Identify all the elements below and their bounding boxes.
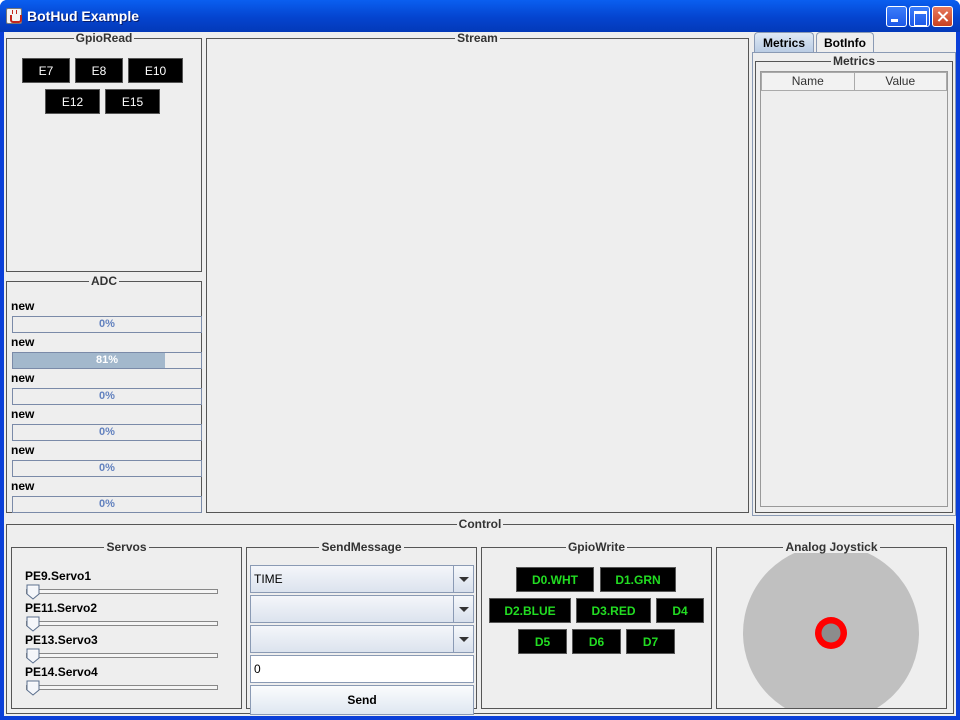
column-header-value[interactable]: Value <box>854 73 946 90</box>
chevron-down-icon[interactable] <box>453 566 473 592</box>
gpio-read-button-e12[interactable]: E12 <box>45 89 100 114</box>
adc-progress-bar: 81% <box>12 352 202 369</box>
gpio-write-button-d3[interactable]: D3.RED <box>576 598 651 623</box>
adc-channel-label: new <box>11 443 35 457</box>
window-title: BotHud Example <box>27 8 140 24</box>
message-type-combo[interactable]: TIME <box>250 565 474 593</box>
java-icon <box>6 8 22 24</box>
servo-slider-thumb[interactable] <box>26 584 40 600</box>
title-bar[interactable]: BotHud Example <box>0 0 960 32</box>
servo-label: PE9.Servo1 <box>25 569 92 583</box>
column-header-name[interactable]: Name <box>762 73 855 90</box>
adc-progress-bar: 0% <box>12 460 202 477</box>
message-arg2-combo[interactable] <box>250 625 474 653</box>
servos-panel: Servos PE9.Servo1 PE11.Servo2 PE13.Servo3 P… <box>11 541 242 709</box>
servos-title: Servos <box>106 540 147 554</box>
servo-label: PE14.Servo4 <box>25 665 98 679</box>
joystick-title: Analog Joystick <box>785 541 878 554</box>
send-button[interactable]: Send <box>250 685 474 715</box>
servo-slider-thumb[interactable] <box>26 616 40 632</box>
maximize-button[interactable] <box>909 6 930 27</box>
adc-panel: ADC new 0% new 81% new 0% new 0% new 0% new 0% <box>6 275 202 513</box>
joystick-knob-center[interactable] <box>821 623 841 643</box>
send-message-title: SendMessage <box>321 540 402 554</box>
control-panel: Control Servos PE9.Servo1 PE11.Servo2 PE13… <box>6 517 954 715</box>
gpio-write-button-d5[interactable]: D5 <box>518 629 567 654</box>
joystick-panel: Analog Joystick <box>716 541 947 709</box>
window-content: GpioRead E7 E8 E10 E12 E15 ADC new 0% new 8… <box>4 32 956 716</box>
adc-channel-label: new <box>11 299 35 313</box>
adc-progress-text: 0% <box>99 318 115 330</box>
minimize-button[interactable] <box>886 6 907 27</box>
app-window: BotHud Example GpioRead E7 E8 E10 E12 E1… <box>0 0 960 720</box>
close-button[interactable] <box>932 6 953 27</box>
gpio-write-button-d1[interactable]: D1.GRN <box>600 567 676 592</box>
adc-progress-text: 0% <box>99 390 115 402</box>
gpio-write-button-d0[interactable]: D0.WHT <box>516 567 594 592</box>
gpio-read-panel: GpioRead E7 E8 E10 E12 E15 <box>6 32 202 272</box>
adc-channel-label: new <box>11 407 35 421</box>
servo-slider-track[interactable] <box>26 653 218 658</box>
message-value-input[interactable]: 0 <box>250 655 474 683</box>
gpio-write-button-d4[interactable]: D4 <box>656 598 704 623</box>
joystick-canvas[interactable] <box>717 553 946 709</box>
chevron-down-icon[interactable] <box>453 626 473 652</box>
adc-progress-text: 81% <box>95 354 119 366</box>
adc-channel-label: new <box>11 371 35 385</box>
servo-slider-thumb[interactable] <box>26 648 40 664</box>
adc-title: ADC <box>91 274 117 288</box>
tab-botinfo[interactable]: BotInfo <box>816 32 874 53</box>
metrics-title: Metrics <box>832 54 876 68</box>
gpio-read-button-e8[interactable]: E8 <box>75 58 123 83</box>
adc-progress-text: 0% <box>99 498 115 510</box>
adc-channel-label: new <box>11 479 35 493</box>
metrics-table-header: Name Value <box>761 72 947 91</box>
adc-progress-bar: 0% <box>12 424 202 441</box>
metrics-table[interactable]: Name Value <box>760 71 948 507</box>
gpio-read-button-e10[interactable]: E10 <box>128 58 183 83</box>
chevron-down-icon[interactable] <box>453 596 473 622</box>
tab-content: Metrics Name Value <box>752 52 956 516</box>
adc-progress-text: 0% <box>99 462 115 474</box>
message-arg1-combo[interactable] <box>250 595 474 623</box>
tab-metrics[interactable]: Metrics <box>754 32 814 53</box>
adc-progress-bar: 0% <box>12 388 202 405</box>
servo-label: PE11.Servo2 <box>25 601 98 615</box>
servo-slider-thumb[interactable] <box>26 680 40 696</box>
servo-slider-track[interactable] <box>26 589 218 594</box>
gpio-read-button-e15[interactable]: E15 <box>105 89 160 114</box>
stream-panel: Stream <box>206 32 749 513</box>
gpio-write-panel: GpioWrite D0.WHT D1.GRN D2.BLUE D3.RED D… <box>481 541 712 709</box>
gpio-write-button-d7[interactable]: D7 <box>626 629 675 654</box>
gpio-read-title: GpioRead <box>75 31 133 45</box>
send-message-panel: SendMessage TIME 0 Send <box>246 540 477 715</box>
adc-channel-label: new <box>11 335 35 349</box>
gpio-write-button-d6[interactable]: D6 <box>572 629 621 654</box>
servo-label: PE13.Servo3 <box>25 633 98 647</box>
adc-progress-text: 0% <box>99 426 115 438</box>
servo-slider-track[interactable] <box>26 621 218 626</box>
adc-progress-bar: 0% <box>12 496 202 513</box>
right-tab-pane: Metrics BotInfo Metrics Name Value <box>752 32 956 516</box>
control-title: Control <box>458 517 502 531</box>
servo-slider-track[interactable] <box>26 685 218 690</box>
stream-title: Stream <box>457 31 498 45</box>
gpio-read-button-e7[interactable]: E7 <box>22 58 70 83</box>
gpio-write-button-d2[interactable]: D2.BLUE <box>489 598 571 623</box>
gpio-write-title: GpioWrite <box>567 540 626 554</box>
adc-progress-bar: 0% <box>12 316 202 333</box>
message-type-value: TIME <box>254 572 283 586</box>
metrics-panel: Metrics Name Value <box>755 55 953 513</box>
